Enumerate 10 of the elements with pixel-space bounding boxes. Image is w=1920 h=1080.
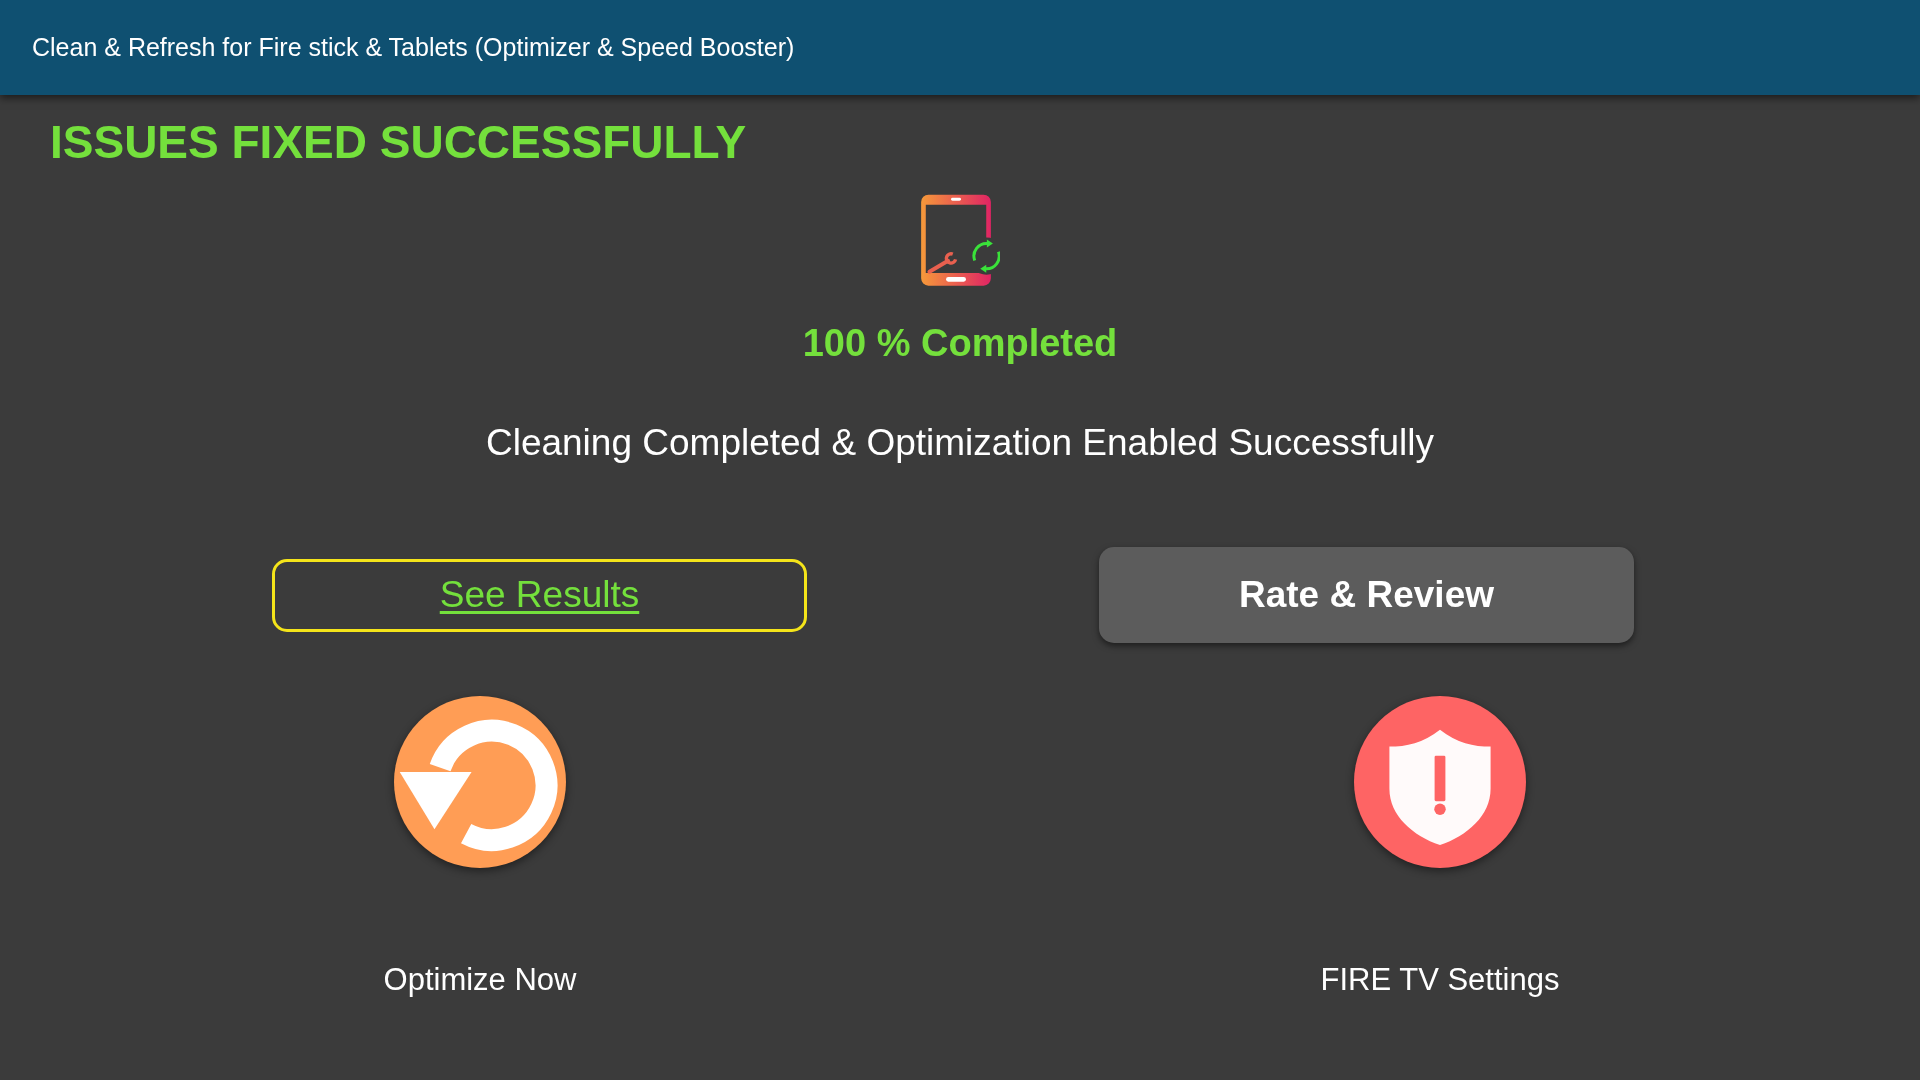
- app-title: Clean & Refresh for Fire stick & Tablets (Optimizer & Speed Booster): [32, 33, 795, 62]
- shield-exclamation-icon[interactable]: [1354, 696, 1526, 868]
- shortcut-label: Optimize Now: [383, 962, 577, 998]
- results-button[interactable]: See Results: [272, 558, 807, 632]
- rate-button[interactable]: Rate & Review: [1099, 547, 1634, 643]
- progress-text: 100 % Completed: [802, 321, 1118, 366]
- tablet-wrench-icon: [920, 194, 1000, 287]
- status-message: Cleaning Completed & Optimization Enabled Successfully: [485, 421, 1435, 465]
- status-heading: ISSUES FIXED SUCCESSFULLY: [50, 117, 747, 167]
- shortcut-label: FIRE TV Settings: [1320, 962, 1560, 998]
